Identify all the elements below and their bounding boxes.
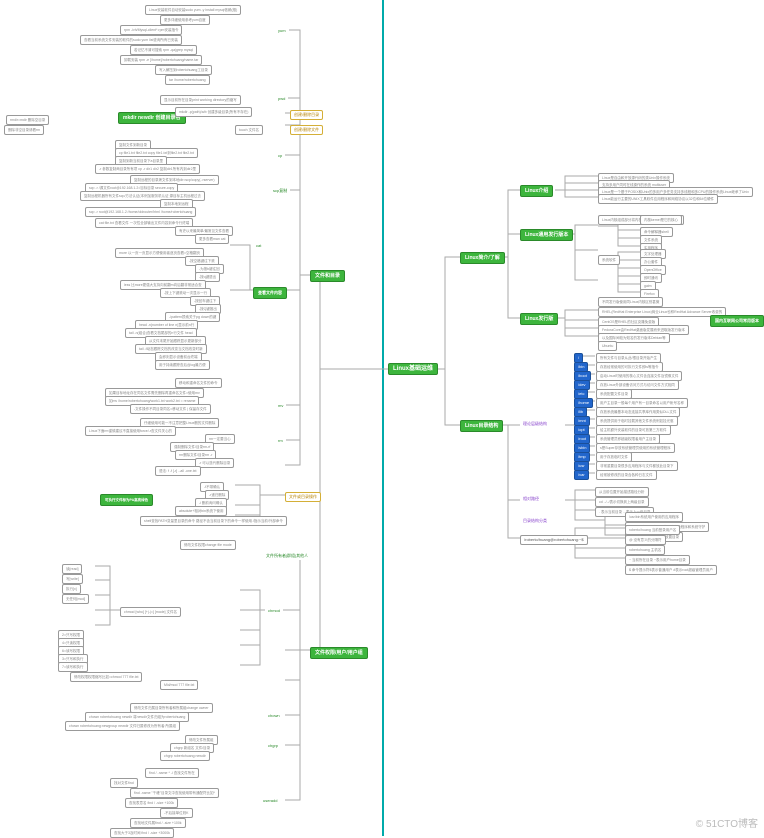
scp-item: scp -r root@192.168.1.2:/home/oldrouter/… [85,207,196,217]
filedir-node: 文件和目录 [310,270,345,282]
chmod-row: 执行[x] [62,584,81,594]
yum-item: 写入解压到robertohuang工目录 [155,65,212,75]
chmod-row: 读[read] [62,564,82,574]
format-item: /usr/bin系统用户使用的应用程序 [625,512,683,522]
mkdir-node: 创建/删除目录 [290,110,323,120]
chmod-row: 无任何[mod] [62,594,89,604]
useradd-item: 查找地文件展find / -size +100k [130,818,186,828]
yum-item: rpm -ivh/Mysql-client*.rpm安装指令 [120,25,182,35]
what-node: Linux介绍 [520,185,553,197]
rm-item: 语法: f -f [-r] .-all -one.txt [155,466,201,476]
perm-node: 文件权限/用户/用户组 [310,647,368,659]
fedora-item: Ubuntu [598,341,617,351]
dir-tag: /var [574,470,589,480]
mainpoint-node: 理论层级结构 [520,420,550,428]
root-node: Linux基础运维 [388,363,438,375]
fedora-item: RHEL(RedHat Enterprise Linux)商业Linux也称Re… [598,307,726,317]
yum-item: Linux安装软件自动安装sudo yum -y install mysql依赖… [145,5,241,15]
pwd-text: 显示目前所在目录print working directory的缩写 [160,95,241,105]
cp-node: cp [275,152,285,160]
chown-node: chown [265,712,283,720]
relpath-item: cd ../../表示切换到上两级目录 [595,497,649,507]
user-item: ~ 当前所在目录 ~表示用户home目录 [625,555,690,565]
yum-item: tar /home/robertohuang [165,75,210,85]
mv-item: -文件操作不同目录同名=移动文件 | 保留存文件 [130,404,211,414]
chmod-ex: 修改权限权限缩写比如=chmod 777 file.txt [70,672,142,682]
rm-item: Linux下面rm谨慎建议不直接使用force/-r查文件关心的 [85,426,176,436]
yum-item: 更多详细使用参考yum百度 [160,15,210,25]
chmod-roles: 文件所有者|群组|其他人 [263,552,311,560]
useradd-item: -不后接单位则K [160,808,193,818]
chgrp-item: chgrp robertohuang newdir [160,751,210,761]
mkdir-item: rmdir=mdir 删除空目录 [6,115,49,125]
useradd-item: 查找大于3及时间 find / -size +3000k [110,828,174,838]
distro-item: 系统软件 [598,255,620,265]
mv-item: 移动和重命名文件的命令 [175,378,222,388]
useradd-item: 找对文件find [110,778,138,788]
dir-node: Linux目录结构 [460,420,503,432]
cat-node: cat [253,242,264,250]
user-prompt-node: /roberto/huang@robertohuang:~$ [520,535,588,545]
chmod-cmd: chmod [who] [+|-|=] [mode] 文件名 [120,607,181,617]
dir-text: 经常被修改的目录含各种日志文件 [596,470,657,480]
scp-node: scp复制 [270,187,290,195]
pwd-node: pwd [275,95,288,103]
chmod-row: 写[write] [62,574,83,584]
yum-node: yum [275,27,289,35]
user-item: $ 命令提示符$表示普通用户 #表示root超级管理员用户 [625,565,717,575]
view-node: 查看文件内容 [253,287,287,299]
distro-sub: 内核kernel是它的核心 [640,215,682,225]
touch-item: touch 文件名 [235,125,263,135]
what-item: Linux能运行主要的UNIX工具软件应用程序和网络协议以32位和64位硬件 [598,194,718,204]
distro-node: Linux通用发行版本 [520,229,573,241]
user-item: @ 没有意义的分隔符 [625,535,666,545]
yum-item: 若记忆不清可搜索 rpm -qa|grep mysql [130,45,197,55]
format-node: 目录结构分类 [520,517,550,525]
fedora-tag: 国内互联网公司常用版本 [710,315,764,327]
useradd-node: useradd [260,797,280,805]
view-item: 用于持续跟踪查后台log最方便 [155,360,210,370]
user-item: robertohuang 主机名 [625,545,665,555]
intro-node: Linux简介/了解 [460,252,505,264]
mkdir-item: mkdir -p(path)/a/b 创建多级目录(所有不存在) [175,107,252,117]
rm-item: -r 可以迭代删除目录 [195,458,234,468]
distro-item: 不同发行版使用同Linux内核区别甚微 [598,297,663,307]
watermark: © 51CTO博客 [696,815,758,830]
mv-node: mv [275,402,286,410]
useradd-item: 查找表意名 find / -size +100k [125,798,178,808]
chmod-ex: 7=读写和执行 [58,662,88,672]
relpath-node: 相对路径 [520,495,542,503]
special-item: shell查找PATH变量里目录的命令 路径不含当前目录下的命令一样使用./指示… [140,516,287,526]
fedora-node: Linux发行版 [520,313,558,325]
chown-item: chown robertohuang:newgroup newdir 文件归属修… [65,721,180,731]
useradd-item: find -name "千峰"目录文中查找使用带有通配符比如* [130,788,219,798]
cp-item: -r 参数复制两目录所有项 cp -r dir1 dir2 复制dir1所有内到… [95,164,200,174]
relpath-item: 从当前位置开始描述路径分析 [595,487,649,497]
rm-node: rm [275,437,286,445]
chmod-desc: 修改文件权限change file mode [180,540,236,550]
cat-item: 更多查看man cat [195,234,229,244]
special-node: 文件或目录操作 [285,492,321,502]
useradd-item: find / -name * -i 查找文件所在 [145,768,199,778]
yum-item: 卸载安装 rpm -e [/home]/robertohuang/name.ta… [120,55,202,65]
yum-item: 查看当前系统文件安装的软件的sudo yum list查询所有已安装 [80,35,182,45]
touch-node: 创建/删除文件 [290,125,323,135]
user-item: roberto/huang 当前登录用户名 [625,525,680,535]
chmod-node: chmod [265,607,283,615]
chmod-ex: Mid/mod 777 file.txt [160,680,198,690]
special-item: absolute+相对bin系统下使用 [175,506,227,516]
special-highlight: 可执行文件标为PA高亮绿色 [100,494,153,506]
mkdir-item: 删除非空目录请看rm [4,125,44,135]
chgrp-node: chgrp [265,742,281,750]
center-divider [382,0,384,836]
